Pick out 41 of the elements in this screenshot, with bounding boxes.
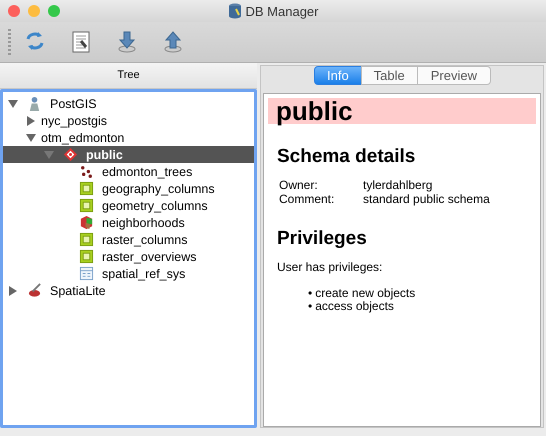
dots-icon	[79, 164, 94, 179]
collapse-arrow-icon[interactable]	[8, 100, 18, 108]
square-icon	[79, 198, 94, 213]
detail-label: Comment:	[279, 192, 336, 206]
tree-item[interactable]: SpatiaLite	[3, 282, 254, 299]
tree-item[interactable]: public	[3, 146, 254, 163]
close-button[interactable]	[8, 5, 20, 17]
privilege-item: create new objects	[315, 286, 416, 300]
detail-label: Owner:	[279, 178, 319, 192]
section-heading: Schema details	[277, 146, 416, 168]
bullet: •	[308, 299, 312, 313]
tree-item[interactable]: PostGIS	[3, 95, 254, 112]
tree-item[interactable]: neighborhoods	[3, 214, 254, 231]
tree-item[interactable]: spatial_ref_sys	[3, 265, 254, 282]
tree-item[interactable]: raster_columns	[3, 231, 254, 248]
section-heading: Privileges	[277, 228, 368, 250]
bullet: •	[308, 286, 312, 300]
window-title: DB Manager	[246, 4, 318, 18]
tree-item[interactable]: edmonton_trees	[3, 163, 254, 180]
polygon-icon	[79, 215, 94, 230]
square-icon	[79, 249, 94, 264]
diamond-icon	[63, 147, 78, 162]
database-icon	[228, 3, 242, 19]
expand-arrow-icon[interactable]	[27, 116, 35, 126]
table-icon	[79, 266, 94, 281]
tree-item[interactable]: raster_overviews	[3, 248, 254, 265]
tree-item[interactable]: geometry_columns	[3, 197, 254, 214]
square-icon	[79, 232, 94, 247]
tree-item[interactable]: nyc_postgis	[3, 112, 254, 129]
privileges-text: User has privileges:	[277, 260, 384, 274]
tab[interactable]: Preview	[416, 66, 491, 85]
detail-value: standard public schema	[363, 192, 490, 206]
schema-title: public	[268, 98, 536, 124]
expand-arrow-icon[interactable]	[9, 286, 17, 296]
tab[interactable]: Table	[360, 66, 418, 85]
tree-item[interactable]: geography_columns	[3, 180, 254, 197]
grip-icon	[8, 29, 11, 55]
privilege-item: access objects	[315, 299, 394, 313]
detail-value: tylerdahlberg	[363, 178, 434, 192]
column-header: Tree	[0, 63, 257, 89]
square-icon	[79, 181, 94, 196]
